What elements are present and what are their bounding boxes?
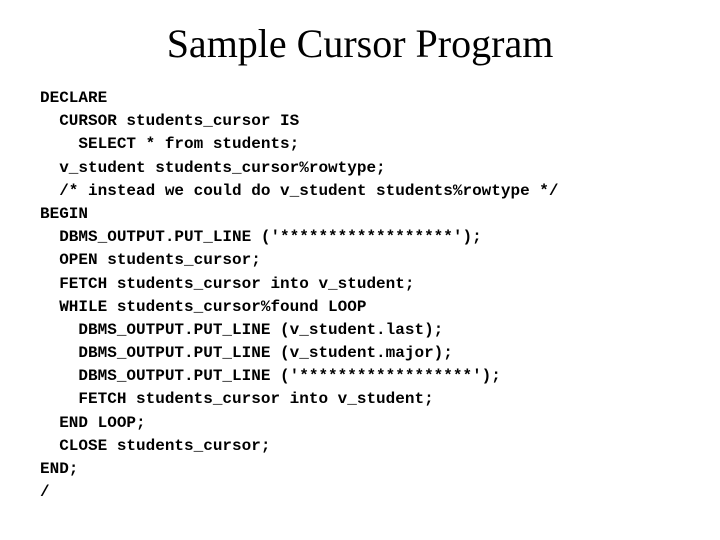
slide-content: Sample Cursor Program DECLARE CURSOR stu… <box>0 0 720 514</box>
slide-title: Sample Cursor Program <box>40 20 680 67</box>
code-block: DECLARE CURSOR students_cursor IS SELECT… <box>40 87 680 504</box>
